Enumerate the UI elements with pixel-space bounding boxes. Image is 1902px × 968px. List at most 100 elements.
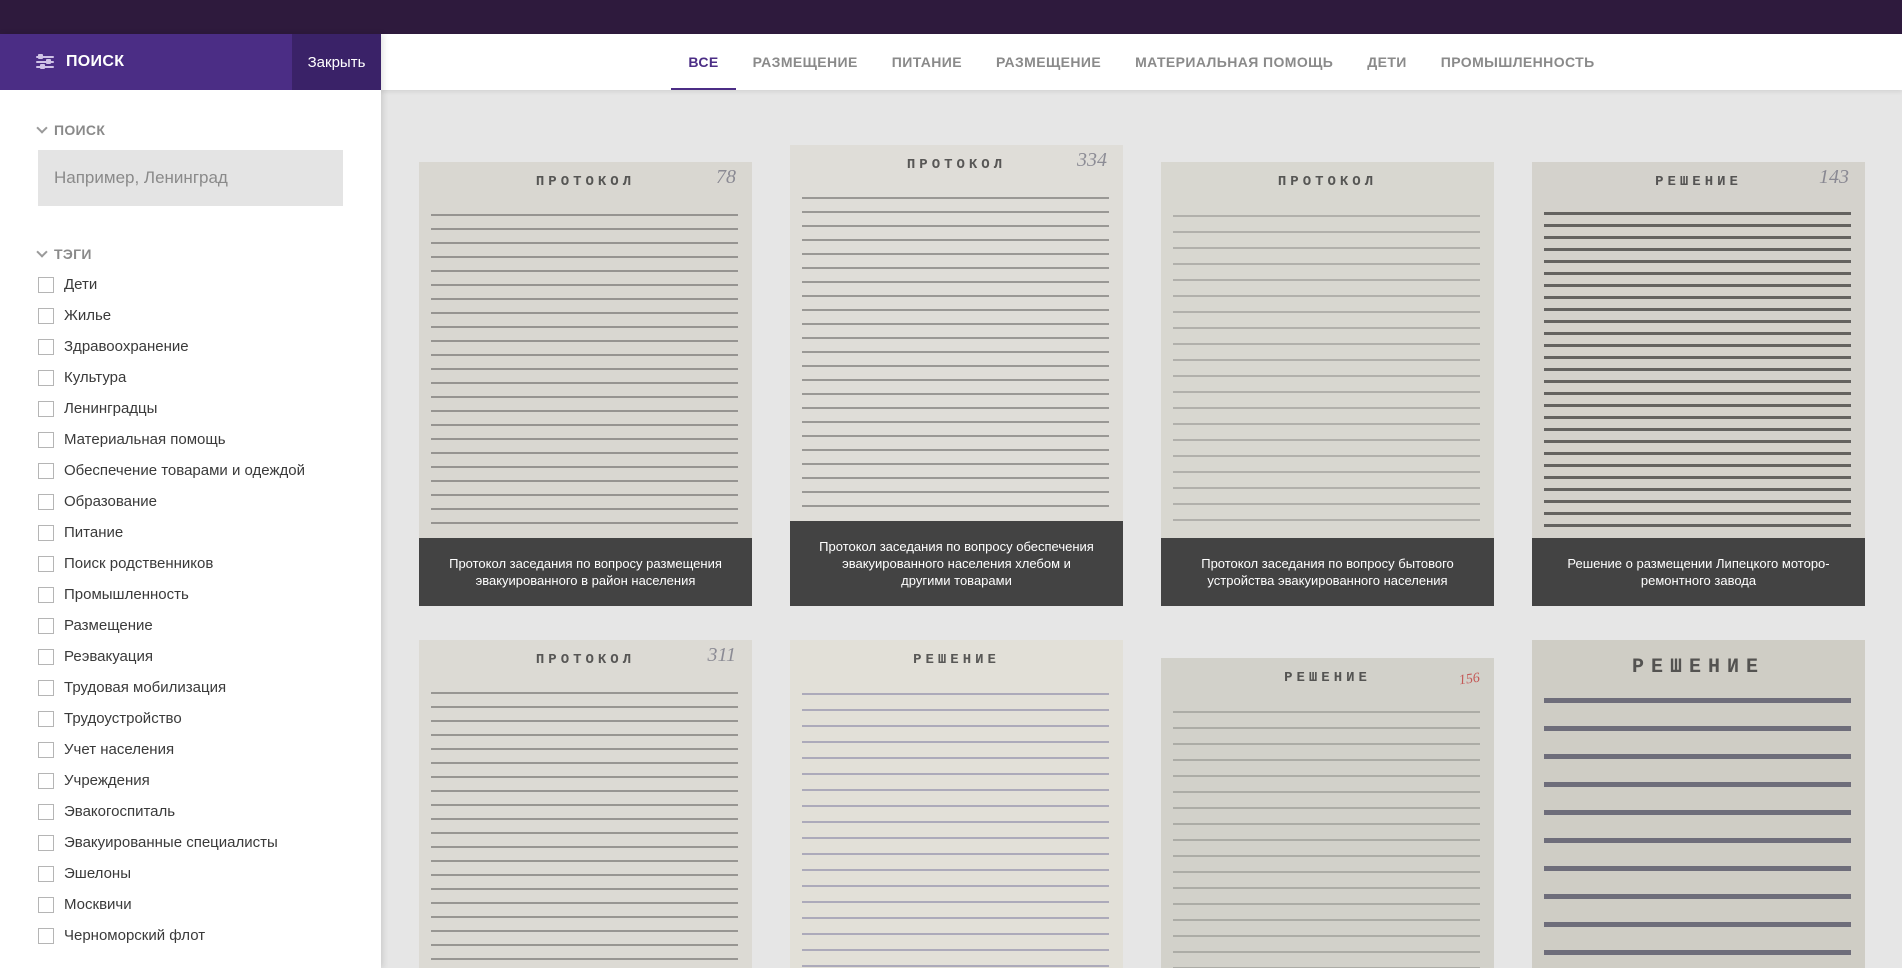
tag-checkbox-item[interactable]: Эвакогоспиталь [0,796,381,827]
checkbox[interactable] [38,462,54,479]
tag-checkbox-item[interactable]: Дети [0,269,381,300]
document-scan-heading: ПРОТОКОЛ [535,174,636,190]
tag-checkbox-item[interactable]: Культура [0,362,381,393]
checkbox[interactable] [38,834,54,851]
tab-placement[interactable]: РАЗМЕЩЕНИЕ [736,34,875,90]
document-scan-number: 156 [1457,670,1481,689]
tag-label: Учет населения [64,741,175,758]
tag-checkbox-item[interactable]: Черноморский флот [0,920,381,951]
tag-checkbox-item[interactable]: Размещение [0,610,381,641]
tag-checkbox-item[interactable]: Поиск родственников [0,548,381,579]
tab-children[interactable]: ДЕТИ [1350,34,1424,90]
category-tabs: ВСЕ РАЗМЕЩЕНИЕ ПИТАНИЕ РАЗМЕЩЕНИЕ МАТЕРИ… [381,34,1902,90]
tag-checkbox-item[interactable]: Реэвакуация [0,641,381,672]
tag-label: Трудоустройство [64,710,182,727]
filter-sidebar: ПОИСК Закрыть ПОИСК ТЭГИ Дети Жилье Здра… [0,34,381,968]
close-button[interactable]: Закрыть [292,34,381,90]
document-scan-number: 78 [716,166,736,188]
tag-checkbox-item[interactable]: Жилье [0,300,381,331]
top-bar [0,0,1902,34]
checkbox[interactable] [38,555,54,572]
document-scan: ПРОТОКОЛ 334 [790,145,1123,521]
search-input[interactable] [38,150,343,206]
document-scan-number: 311 [707,644,736,666]
tab-food[interactable]: ПИТАНИЕ [875,34,979,90]
document-scan: РЕШЕНИЕ [790,640,1123,968]
document-scan-heading: РЕШЕНИЕ [1284,670,1371,686]
checkbox[interactable] [38,400,54,417]
tag-checkbox-item[interactable]: Ленинградцы [0,393,381,424]
checkbox[interactable] [38,896,54,913]
tag-label: Жилье [64,307,112,324]
document-card[interactable]: РЕШЕНИЕ [790,640,1123,968]
document-scan-heading: ПРОТОКОЛ [535,652,636,668]
document-scan-number: 143 [1819,166,1849,188]
tab-material-aid[interactable]: МАТЕРИАЛЬНАЯ ПОМОЩЬ [1118,34,1350,90]
document-card[interactable]: ПРОТОКОЛ Протокол заседания по вопросу б… [1161,162,1494,606]
checkbox[interactable] [38,493,54,510]
tab-industry[interactable]: ПРОМЫШЛЕННОСТЬ [1424,34,1612,90]
chevron-down-icon [36,121,48,134]
filter-icon [36,54,56,70]
checkbox[interactable] [38,586,54,603]
document-card[interactable]: РЕШЕНИЕ 156 [1161,658,1494,968]
checkbox[interactable] [38,772,54,789]
tag-label: Материальная помощь [64,431,226,448]
checkbox[interactable] [38,524,54,541]
tag-label: Культура [64,369,127,386]
tag-checkbox-item[interactable]: Образование [0,486,381,517]
tags-section-heading: ТЭГИ [54,246,92,262]
document-scan: РЕШЕНИЕ 156 [1161,658,1494,968]
document-scan: РЕШЕНИЕ [1532,640,1865,968]
tag-checkbox-item[interactable]: Обеспечение товарами и одеждой [0,455,381,486]
document-card[interactable]: РЕШЕНИЕ 143 Решение о размещении Липецко… [1532,162,1865,606]
checkbox[interactable] [38,648,54,665]
tag-checkbox-item[interactable]: Эвакуированные специалисты [0,827,381,858]
document-scan-heading: ПРОТОКОЛ [1277,174,1378,190]
tag-checkbox-item[interactable]: Здравоохранение [0,331,381,362]
checkbox[interactable] [38,927,54,944]
checkbox[interactable] [38,679,54,696]
tag-label: Эвакуированные специалисты [64,834,278,851]
document-scan: ПРОТОКОЛ 311 [419,640,752,968]
document-scan: РЕШЕНИЕ 143 [1532,162,1865,538]
checkbox[interactable] [38,338,54,355]
checkbox[interactable] [38,865,54,882]
document-caption: Решение о размещении Липецкого моторо-ре… [1532,538,1865,606]
tag-checkbox-item[interactable]: Трудоустройство [0,703,381,734]
tag-label: Москвичи [64,896,132,913]
document-scan-heading: РЕШЕНИЕ [1631,656,1765,679]
document-card[interactable]: РЕШЕНИЕ [1532,640,1865,968]
checkbox[interactable] [38,369,54,386]
checkbox[interactable] [38,431,54,448]
checkbox[interactable] [38,276,54,293]
tags-section-toggle[interactable]: ТЭГИ [0,245,381,262]
tag-label: Поиск родственников [64,555,214,572]
tab-all[interactable]: ВСЕ [671,34,736,90]
checkbox[interactable] [38,710,54,727]
search-section-heading: ПОИСК [54,122,106,138]
chevron-down-icon [36,245,48,258]
document-card[interactable]: ПРОТОКОЛ 78 Протокол заседания по вопрос… [419,162,752,606]
tag-checkbox-item[interactable]: Материальная помощь [0,424,381,455]
tag-label: Ленинградцы [64,400,158,417]
document-card[interactable]: ПРОТОКОЛ 334 Протокол заседания по вопро… [790,145,1123,606]
tag-checkbox-item[interactable]: Москвичи [0,889,381,920]
tag-label: Промышленность [64,586,189,603]
tag-checkbox-item[interactable]: Промышленность [0,579,381,610]
checkbox[interactable] [38,617,54,634]
tag-checkbox-item[interactable]: Учет населения [0,734,381,765]
document-card[interactable]: ПРОТОКОЛ 311 [419,640,752,968]
tag-checkbox-item[interactable]: Учреждения [0,765,381,796]
tag-checkbox-item[interactable]: Питание [0,517,381,548]
document-scan-heading: РЕШЕНИЕ [913,652,1000,668]
tag-checkbox-item[interactable]: Трудовая мобилизация [0,672,381,703]
tag-label: Эшелоны [64,865,131,882]
tab-placement-2[interactable]: РАЗМЕЩЕНИЕ [979,34,1118,90]
document-caption: Протокол заседания по вопросу размещения… [419,538,752,606]
checkbox[interactable] [38,741,54,758]
checkbox[interactable] [38,307,54,324]
checkbox[interactable] [38,803,54,820]
search-section-toggle[interactable]: ПОИСК [0,121,381,138]
tag-checkbox-item[interactable]: Эшелоны [0,858,381,889]
